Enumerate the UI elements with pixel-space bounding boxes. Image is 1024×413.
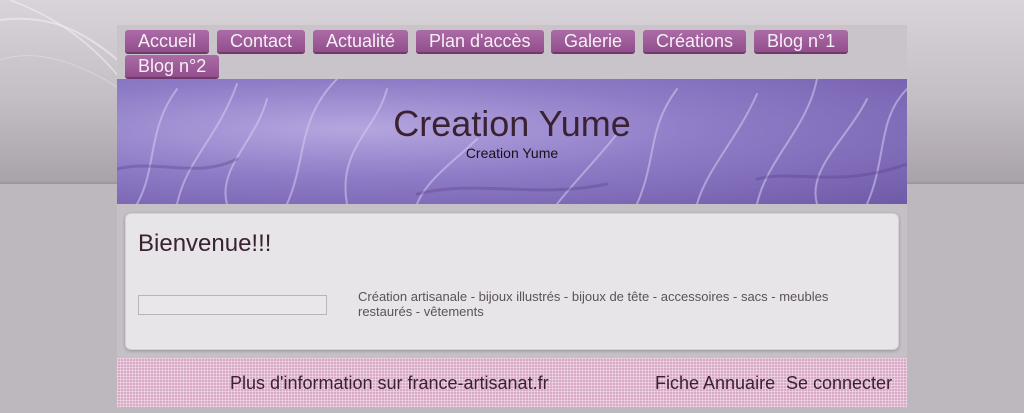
footer-login-link[interactable]: Se connecter <box>786 373 892 394</box>
nav-item-galerie[interactable]: Galerie <box>551 30 636 52</box>
search-input[interactable] <box>138 295 327 315</box>
main-navigation: Accueil Contact Actualité Plan d'accès G… <box>117 25 907 79</box>
welcome-section: Bienvenue!!! Création artisanale - bijou… <box>125 213 899 350</box>
nav-item-actualite[interactable]: Actualité <box>313 30 409 52</box>
nav-item-creations[interactable]: Créations <box>643 30 747 52</box>
header-banner: Creation Yume Creation Yume <box>117 79 907 204</box>
nav-item-accueil[interactable]: Accueil <box>125 30 210 52</box>
footer-info-link[interactable]: Plus d'information sur france-artisanat.… <box>230 373 549 394</box>
footer-bar: Plus d'information sur france-artisanat.… <box>117 358 907 407</box>
nav-item-contact[interactable]: Contact <box>217 30 306 52</box>
nav-item-blog-1[interactable]: Blog n°1 <box>754 30 849 52</box>
page-container: Accueil Contact Actualité Plan d'accès G… <box>117 25 907 407</box>
nav-item-blog-2[interactable]: Blog n°2 <box>125 55 220 77</box>
welcome-heading: Bienvenue!!! <box>138 230 272 257</box>
site-title: Creation Yume <box>393 103 631 144</box>
nav-item-plan-acces[interactable]: Plan d'accès <box>416 30 544 52</box>
site-description: Création artisanale - bijoux illustrés -… <box>358 289 829 319</box>
site-subtitle: Creation Yume <box>465 145 559 161</box>
footer-directory-link[interactable]: Fiche Annuaire <box>655 373 775 394</box>
